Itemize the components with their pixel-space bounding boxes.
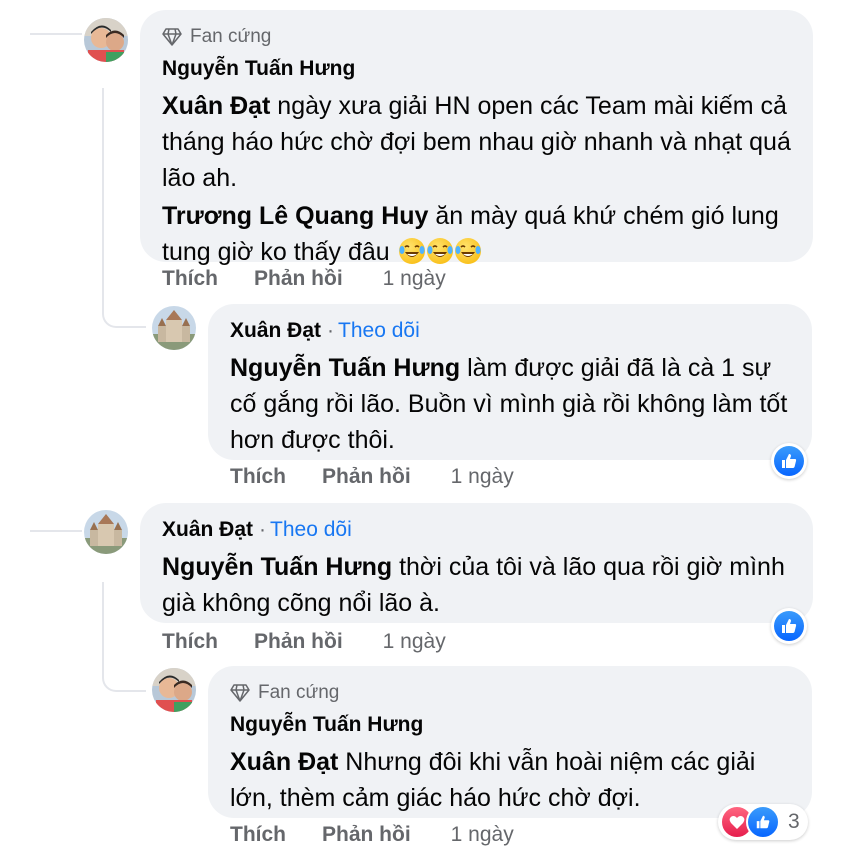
mention-link[interactable]: Trương Lê Quang Huy — [162, 202, 428, 230]
mention-link[interactable]: Nguyễn Tuấn Hưng — [162, 553, 392, 581]
separator-dot: · — [259, 518, 267, 541]
like-button[interactable]: Thích — [162, 630, 218, 654]
comment-text: Xuân Đạt Nhưng đôi khi vẫn hoài niệm các… — [230, 748, 756, 812]
fan-badge: Fan cứng — [230, 682, 790, 704]
comment-timestamp[interactable]: 1 ngày — [383, 267, 446, 291]
reply-button[interactable]: Phản hồi — [254, 267, 343, 291]
comment-actions: Thích Phản hồi 1 ngày — [230, 465, 514, 489]
comment-text: Nguyễn Tuấn Hưng thời của tôi và lão qua… — [162, 553, 785, 617]
comment-bubble: Fan cứng Nguyễn Tuấn Hưng Xuân Đạt Nhưng… — [208, 666, 812, 818]
like-button[interactable]: Thích — [162, 267, 218, 291]
reaction-summary[interactable]: 3 — [718, 804, 808, 840]
avatar[interactable] — [152, 306, 196, 350]
comment-actions: Thích Phản hồi 1 ngày — [230, 823, 514, 847]
like-icon — [782, 619, 797, 633]
badge-label: Fan cứng — [258, 682, 340, 703]
comment-author[interactable]: Nguyễn Tuấn Hưng — [230, 713, 423, 736]
comment-actions: Thích Phản hồi 1 ngày — [162, 267, 446, 291]
like-button[interactable]: Thích — [230, 823, 286, 847]
diamond-icon — [162, 28, 182, 46]
avatar[interactable] — [152, 668, 196, 712]
face-with-tears-of-joy-icon — [426, 238, 453, 264]
like-icon — [782, 454, 797, 468]
comment-author[interactable]: Xuân Đạt — [162, 518, 253, 541]
mention-link[interactable]: Nguyễn Tuấn Hưng — [230, 354, 460, 382]
thread-connector — [30, 530, 82, 532]
comment-timestamp[interactable]: 1 ngày — [451, 465, 514, 489]
fan-badge: Fan cứng — [162, 26, 791, 48]
reaction-badge[interactable] — [771, 443, 807, 479]
comment-bubble: Xuân Đạt · Theo dõi Nguyễn Tuấn Hưng làm đ… — [208, 304, 812, 460]
comment-author[interactable]: Xuân Đạt — [230, 319, 321, 342]
comment-timestamp[interactable]: 1 ngày — [451, 823, 514, 847]
comment-text: Nguyễn Tuấn Hưng làm được giải đã là cà … — [230, 354, 788, 454]
reaction-count: 3 — [788, 810, 800, 833]
separator-dot: · — [327, 319, 335, 342]
avatar[interactable] — [84, 18, 128, 62]
diamond-icon — [230, 684, 250, 702]
comment-bubble: Xuân Đạt · Theo dõi Nguyễn Tuấn Hưng thời … — [140, 503, 813, 623]
like-button[interactable]: Thích — [230, 465, 286, 489]
reaction-badge[interactable] — [771, 608, 807, 644]
reply-button[interactable]: Phản hồi — [254, 630, 343, 654]
comment-bubble: Fan cứng Nguyễn Tuấn Hưng Xuân Đạt ngày … — [140, 10, 813, 266]
follow-button[interactable]: Theo dõi — [270, 518, 352, 541]
comment-actions: Thích Phản hồi 1 ngày — [162, 630, 446, 654]
face-with-tears-of-joy-icon — [454, 238, 481, 264]
comment-text: Xuân Đạt ngày xưa giải HN open các Team … — [162, 92, 791, 192]
reply-button[interactable]: Phản hồi — [322, 823, 411, 847]
mention-link[interactable]: Xuân Đạt — [162, 92, 270, 120]
mention-link[interactable]: Xuân Đạt — [230, 748, 338, 776]
reply-button[interactable]: Phản hồi — [322, 465, 411, 489]
like-icon — [746, 805, 780, 839]
face-with-tears-of-joy-icon — [398, 238, 425, 264]
comment-text: Trương Lê Quang Huy ăn mày quá khứ chém … — [162, 202, 779, 266]
thread-connector — [30, 33, 82, 35]
comment-timestamp[interactable]: 1 ngày — [383, 630, 446, 654]
comment-author[interactable]: Nguyễn Tuấn Hưng — [162, 57, 355, 80]
follow-button[interactable]: Theo dõi — [338, 319, 420, 342]
badge-label: Fan cứng — [190, 26, 272, 47]
avatar[interactable] — [84, 510, 128, 554]
